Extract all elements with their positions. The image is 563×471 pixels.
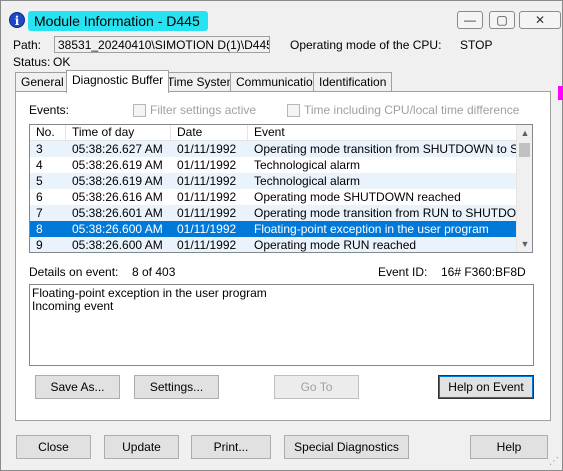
status-label: Status: bbox=[13, 55, 51, 69]
cell-date: 01/11/1992 bbox=[177, 206, 237, 220]
cell-time: 05:38:26.601 AM bbox=[72, 206, 163, 220]
op-mode-value: STOP bbox=[460, 38, 493, 52]
table-row[interactable]: 6 05:38:26.616 AM 01/11/1992 Operating m… bbox=[30, 189, 518, 205]
event-details-text[interactable]: Floating-point exception in the user pro… bbox=[29, 284, 534, 366]
settings-button[interactable]: Settings... bbox=[134, 375, 219, 399]
table-row-selected[interactable]: 8 05:38:26.600 AM 01/11/1992 Floating-po… bbox=[30, 221, 518, 237]
cell-event: Floating-point exception in the user pro… bbox=[254, 222, 489, 236]
cell-no: 4 bbox=[36, 158, 43, 172]
col-header-event[interactable]: Event bbox=[248, 125, 518, 141]
cell-event: Technological alarm bbox=[254, 174, 361, 188]
cell-date: 01/11/1992 bbox=[177, 190, 237, 204]
table-scrollbar[interactable]: ▲ ▼ bbox=[516, 125, 532, 252]
module-information-window: i Module Information - D445 — ▢ ✕ Path: … bbox=[0, 0, 563, 471]
cell-event: Technological alarm bbox=[254, 158, 361, 172]
cell-time: 05:38:26.616 AM bbox=[72, 190, 163, 204]
close-button[interactable]: Close bbox=[16, 435, 91, 459]
scroll-thumb[interactable] bbox=[519, 143, 530, 157]
resize-grip-icon[interactable]: ⋰ bbox=[549, 456, 559, 467]
cell-no: 9 bbox=[36, 238, 43, 252]
events-label: Events: bbox=[29, 103, 70, 117]
cell-time: 05:38:26.619 AM bbox=[72, 174, 163, 188]
help-on-event-button[interactable]: Help on Event bbox=[438, 375, 534, 399]
col-header-date[interactable]: Date bbox=[171, 125, 248, 141]
tab-identification[interactable]: Identification bbox=[313, 72, 393, 92]
table-row[interactable]: 4 05:38:26.619 AM 01/11/1992 Technologic… bbox=[30, 157, 518, 173]
event-id-label: Event ID: bbox=[378, 265, 428, 279]
close-window-button[interactable]: ✕ bbox=[519, 11, 561, 29]
path-field[interactable]: 38531_20240410\SIMOTION D(1)\D445_1 bbox=[54, 36, 270, 53]
cell-time: 05:38:26.627 AM bbox=[72, 142, 163, 156]
details-label: Details on event: bbox=[29, 265, 119, 279]
help-button[interactable]: Help bbox=[470, 435, 548, 459]
filter-checkbox[interactable] bbox=[133, 104, 146, 117]
col-header-no[interactable]: No. bbox=[30, 125, 66, 141]
events-table[interactable]: No. Time of day Date Event 3 05:38:26.62… bbox=[29, 124, 533, 253]
cell-no: 8 bbox=[36, 222, 43, 236]
details-line-2: Incoming event bbox=[32, 299, 114, 313]
cell-event: Operating mode SHUTDOWN reached bbox=[254, 190, 461, 204]
table-row[interactable]: 7 05:38:26.601 AM 01/11/1992 Operating m… bbox=[30, 205, 518, 221]
cell-event: Operating mode transition from RUN to SH… bbox=[254, 206, 518, 220]
minimize-button[interactable]: — bbox=[457, 11, 483, 29]
cell-event: Operating mode transition from SHUTDOWN … bbox=[254, 142, 518, 156]
save-as-button[interactable]: Save As... bbox=[35, 375, 120, 399]
table-row[interactable]: 3 05:38:26.627 AM 01/11/1992 Operating m… bbox=[30, 141, 518, 157]
cell-date: 01/11/1992 bbox=[177, 238, 237, 252]
tab-general[interactable]: General bbox=[15, 72, 70, 92]
tab-communication[interactable]: Communication bbox=[230, 72, 326, 92]
diagnostic-buffer-panel: Events: Filter settings active Time incl… bbox=[15, 91, 551, 421]
cell-no: 5 bbox=[36, 174, 43, 188]
scroll-up-icon[interactable]: ▲ bbox=[517, 125, 532, 141]
filter-settings-label: Filter settings active bbox=[150, 103, 257, 117]
special-diagnostics-button[interactable]: Special Diagnostics bbox=[284, 435, 409, 459]
go-to-button[interactable]: Go To bbox=[274, 375, 359, 399]
event-id-value: 16# F360:BF8D bbox=[441, 265, 526, 279]
scroll-down-icon[interactable]: ▼ bbox=[517, 236, 532, 252]
cell-time: 05:38:26.619 AM bbox=[72, 158, 163, 172]
cell-date: 01/11/1992 bbox=[177, 142, 237, 156]
details-value: 8 of 403 bbox=[132, 265, 176, 279]
tab-diagnostic-buffer[interactable]: Diagnostic Buffer bbox=[66, 70, 170, 93]
table-header: No. Time of day Date Event bbox=[30, 125, 518, 141]
maximize-button[interactable]: ▢ bbox=[489, 11, 515, 29]
table-row[interactable]: 5 05:38:26.619 AM 01/11/1992 Technologic… bbox=[30, 173, 518, 189]
cell-date: 01/11/1992 bbox=[177, 222, 237, 236]
time-difference-label: Time including CPU/local time difference bbox=[304, 103, 520, 117]
status-value: OK bbox=[53, 55, 71, 69]
print-button[interactable]: Print... bbox=[191, 435, 271, 459]
op-mode-label: Operating mode of the CPU: bbox=[290, 38, 442, 52]
col-header-time[interactable]: Time of day bbox=[66, 125, 171, 141]
cell-no: 6 bbox=[36, 190, 43, 204]
cell-date: 01/11/1992 bbox=[177, 158, 237, 172]
cell-time: 05:38:26.600 AM bbox=[72, 222, 163, 236]
cell-time: 05:38:26.600 AM bbox=[72, 238, 163, 252]
info-icon: i bbox=[9, 12, 25, 28]
update-button[interactable]: Update bbox=[104, 435, 179, 459]
background-marker bbox=[558, 86, 563, 100]
path-label: Path: bbox=[13, 38, 42, 52]
table-row[interactable]: 9 05:38:26.600 AM 01/11/1992 Operating m… bbox=[30, 237, 518, 252]
cell-date: 01/11/1992 bbox=[177, 174, 237, 188]
window-title: Module Information - D445 bbox=[28, 11, 208, 31]
time-difference-checkbox[interactable] bbox=[287, 104, 300, 117]
title-bar[interactable]: i Module Information - D445 — ▢ ✕ bbox=[1, 1, 562, 35]
table-body: 3 05:38:26.627 AM 01/11/1992 Operating m… bbox=[30, 141, 518, 252]
cell-event: Operating mode RUN reached bbox=[254, 238, 417, 252]
cell-no: 7 bbox=[36, 206, 43, 220]
cell-no: 3 bbox=[36, 142, 43, 156]
